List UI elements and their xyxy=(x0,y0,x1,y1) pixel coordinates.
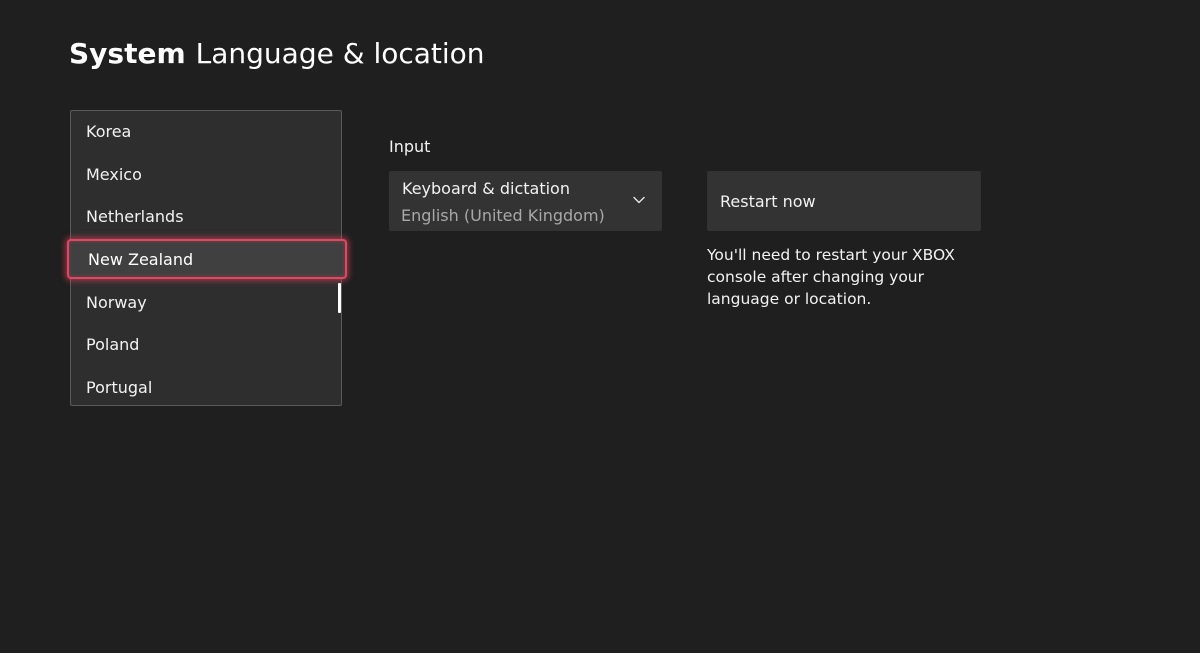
country-list[interactable]: Korea Mexico Netherlands New Zealand Nor… xyxy=(67,110,347,409)
page-header: System Language & location xyxy=(69,36,485,72)
country-item-new-zealand[interactable]: New Zealand xyxy=(67,239,347,279)
country-item-portugal[interactable]: Portugal xyxy=(71,367,341,409)
page-title: Language & location xyxy=(195,37,485,70)
restart-now-button[interactable]: Restart now xyxy=(707,171,981,231)
restart-note: You'll need to restart your XBOX console… xyxy=(707,246,955,308)
chevron-down-icon xyxy=(633,196,645,204)
input-section-label: Input xyxy=(389,137,431,156)
dropdown-selected-value: English (United Kingdom) xyxy=(401,206,605,225)
country-item-korea[interactable]: Korea xyxy=(71,111,341,153)
country-item-norway[interactable]: Norway xyxy=(71,282,341,324)
country-item-mexico[interactable]: Mexico xyxy=(71,154,341,196)
app-name: System xyxy=(69,37,186,70)
country-item-netherlands[interactable]: Netherlands xyxy=(71,196,341,238)
keyboard-dictation-dropdown[interactable]: Keyboard & dictation English (United Kin… xyxy=(389,171,662,231)
list-scrollbar-thumb[interactable] xyxy=(338,283,341,313)
dropdown-title: Keyboard & dictation xyxy=(402,179,570,198)
country-item-poland[interactable]: Poland xyxy=(71,324,341,366)
